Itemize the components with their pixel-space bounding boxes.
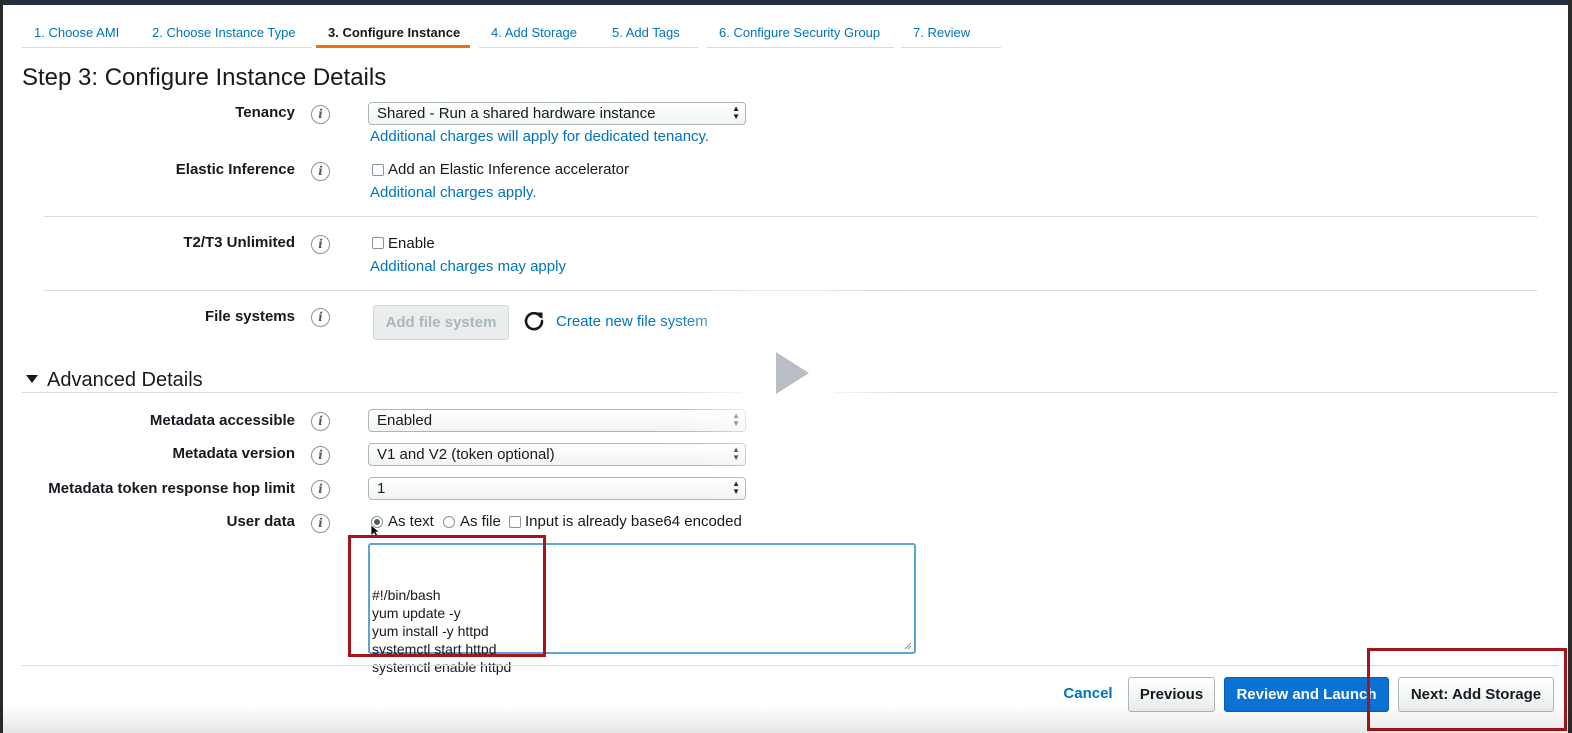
tab-add-tags[interactable]: 5. Add Tags	[600, 20, 698, 48]
tab-add-storage[interactable]: 4. Add Storage	[479, 20, 602, 48]
base64-label: Input is already base64 encoded	[525, 513, 742, 530]
info-icon[interactable]: i	[311, 480, 330, 499]
left-frame-edge	[0, 0, 3, 733]
tab-configure-instance[interactable]: 3. Configure Instance	[316, 20, 470, 48]
script-line: systemctl enable httpd	[372, 659, 512, 675]
tab-label: 4. Add Storage	[491, 25, 578, 40]
advanced-details-toggle[interactable]: Advanced Details	[26, 369, 203, 392]
info-icon[interactable]: i	[311, 412, 330, 431]
tab-choose-ami[interactable]: 1. Choose AMI	[22, 20, 142, 48]
tenancy-select[interactable]: Shared - Run a shared hardware instance …	[368, 102, 746, 125]
cancel-button[interactable]: Cancel	[1058, 677, 1118, 712]
info-icon[interactable]: i	[311, 514, 330, 533]
elastic-inference-checkbox-label: Add an Elastic Inference accelerator	[388, 161, 629, 178]
select-arrows-icon: ▲ ▼	[732, 445, 740, 462]
top-bar	[0, 0, 1572, 5]
tenancy-label: Tenancy	[235, 104, 295, 121]
page-title: Step 3: Configure Instance Details	[22, 64, 387, 91]
script-line: systemctl start httpd	[372, 641, 497, 657]
divider	[22, 665, 1558, 666]
select-arrows-icon: ▲ ▼	[732, 479, 740, 496]
info-icon[interactable]: i	[311, 446, 330, 465]
as-file-label: As file	[460, 513, 501, 530]
user-data-textarea[interactable]: #!/bin/bash yum update -y yum install -y h…	[368, 543, 916, 675]
tab-label: 5. Add Tags	[612, 25, 680, 40]
select-arrows-icon: ▲ ▼	[732, 104, 740, 121]
mouse-cursor-icon	[370, 524, 380, 538]
t2t3-unlimited-checkbox[interactable]	[372, 237, 384, 249]
elastic-inference-checkbox[interactable]	[372, 164, 384, 176]
metadata-version-value: V1 and V2 (token optional)	[377, 446, 555, 463]
previous-button[interactable]: Previous	[1128, 677, 1215, 712]
elastic-inference-label: Elastic Inference	[175, 161, 295, 178]
script-line: yum install -y httpd	[372, 623, 489, 639]
divider	[44, 216, 1537, 217]
user-data-label: User data	[226, 513, 295, 530]
tab-review[interactable]: 7. Review	[901, 20, 1001, 48]
caret-down-icon	[26, 375, 38, 383]
tab-label: 7. Review	[913, 25, 971, 40]
tab-choose-instance-type[interactable]: 2. Choose Instance Type	[140, 20, 312, 48]
info-icon[interactable]: i	[311, 235, 330, 254]
info-icon[interactable]: i	[311, 308, 330, 327]
right-frame-edge	[1568, 0, 1572, 733]
base64-checkbox[interactable]	[509, 516, 521, 528]
metadata-accessible-value: Enabled	[377, 412, 433, 429]
metadata-accessible-label: Metadata accessible	[149, 412, 295, 429]
as-text-label: As text	[388, 513, 434, 530]
resize-grip-icon[interactable]	[904, 642, 912, 650]
t2t3-unlimited-checkbox-label: Enable	[388, 235, 435, 252]
hop-limit-value: 1	[377, 480, 386, 497]
tab-label: 6. Configure Security Group	[719, 25, 881, 40]
hop-limit-label: Metadata token response hop limit	[48, 480, 295, 497]
t2t3-charges-link[interactable]: Additional charges may apply	[370, 258, 566, 275]
tab-configure-security-group[interactable]: 6. Configure Security Group	[707, 20, 894, 48]
elastic-inference-charges-link[interactable]: Additional charges apply.	[370, 184, 537, 201]
play-icon	[776, 352, 809, 394]
file-systems-label: File systems	[204, 308, 295, 325]
divider	[44, 290, 1537, 291]
tab-label: 2. Choose Instance Type	[152, 25, 296, 40]
metadata-accessible-select[interactable]: Enabled ▲ ▼	[368, 409, 746, 432]
info-icon[interactable]: i	[311, 162, 330, 181]
script-line: yum update -y	[372, 605, 461, 621]
review-and-launch-button[interactable]: Review and Launch	[1224, 677, 1389, 712]
add-file-system-button[interactable]: Add file system	[373, 305, 509, 340]
refresh-icon[interactable]	[523, 310, 545, 332]
as-file-radio[interactable]	[443, 516, 455, 528]
metadata-version-select[interactable]: V1 and V2 (token optional) ▲ ▼	[368, 443, 746, 466]
tab-label: 3. Configure Instance	[328, 25, 461, 40]
metadata-version-label: Metadata version	[172, 445, 295, 462]
video-play-button[interactable]	[736, 321, 840, 425]
advanced-details-header: Advanced Details	[47, 369, 203, 391]
create-file-system-link[interactable]: Create new file system	[556, 313, 708, 330]
script-line: #!/bin/bash	[372, 587, 441, 603]
tab-label: 1. Choose AMI	[34, 25, 120, 40]
tenancy-charges-link[interactable]: Additional charges will apply for dedica…	[370, 128, 709, 145]
tenancy-value: Shared - Run a shared hardware instance	[377, 105, 656, 122]
info-icon[interactable]: i	[311, 105, 330, 124]
select-arrows-icon: ▲ ▼	[732, 411, 740, 428]
t2t3-unlimited-label: T2/T3 Unlimited	[183, 234, 295, 251]
hop-limit-select[interactable]: 1 ▲ ▼	[368, 477, 746, 500]
next-add-storage-button[interactable]: Next: Add Storage	[1398, 677, 1554, 712]
